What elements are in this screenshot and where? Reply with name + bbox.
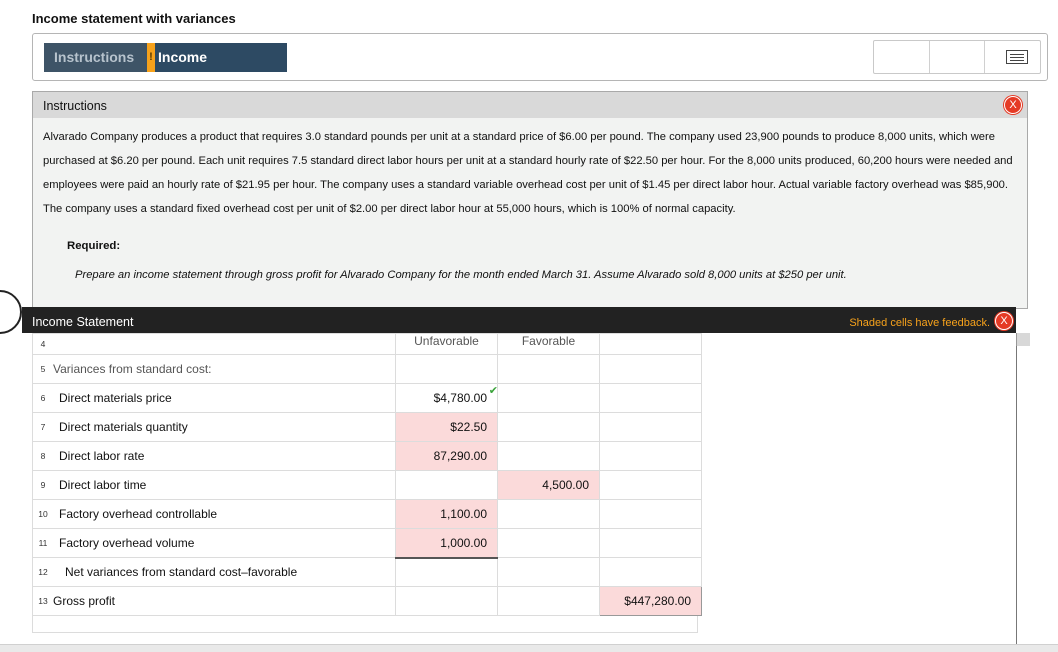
tab-income-statement-label: Income Statement xyxy=(147,49,215,94)
row-label: Gross profit xyxy=(53,586,396,616)
tab-bar: Instructions ! Income Statement xyxy=(32,33,1048,94)
row-number: 6 xyxy=(32,383,53,413)
input-cell[interactable]: $447,280.00 xyxy=(599,586,702,616)
row-label: Direct materials price xyxy=(53,383,396,413)
row-number: 9 xyxy=(32,470,53,500)
table-cell xyxy=(599,333,702,355)
row-number: 10 xyxy=(32,499,53,529)
toolbar-divider xyxy=(984,41,985,73)
input-cell[interactable]: 4,500.00 xyxy=(497,470,600,500)
input-cell[interactable] xyxy=(497,499,600,529)
table-footer-space xyxy=(32,616,698,633)
page-title: Income statement with variances xyxy=(32,11,236,26)
instructions-header-label: Instructions xyxy=(43,99,107,113)
input-cell[interactable] xyxy=(599,441,702,471)
row-label: Direct materials quantity xyxy=(53,412,396,442)
input-cell[interactable] xyxy=(599,499,702,529)
cell-value: $4,780.00 xyxy=(433,391,487,405)
table-row: 11 Factory overhead volume 1,000.00 xyxy=(32,528,702,559)
table-row: 7 Direct materials quantity $22.50 xyxy=(32,412,702,442)
input-cell[interactable] xyxy=(599,412,702,442)
input-cell[interactable] xyxy=(497,441,600,471)
input-cell[interactable] xyxy=(497,586,600,616)
table-row: 5 Variances from standard cost: xyxy=(32,354,702,384)
input-cell[interactable] xyxy=(599,383,702,413)
row-label: Direct labor time xyxy=(53,470,396,500)
feedback-note: Shaded cells have feedback. xyxy=(849,317,990,329)
instructions-header: Instructions X xyxy=(33,92,1027,118)
table-row: 12 Net variances from standard cost–favo… xyxy=(32,557,702,587)
resize-handle-icon[interactable] xyxy=(1016,333,1030,346)
input-cell[interactable] xyxy=(395,470,498,500)
row-label: Factory overhead volume xyxy=(53,528,396,558)
input-cell[interactable] xyxy=(497,383,600,413)
input-cell[interactable] xyxy=(497,557,600,587)
instructions-body: Alvarado Company produces a product that… xyxy=(43,131,1013,215)
table-row: 8 Direct labor rate 87,290.00 xyxy=(32,441,702,471)
column-header-favorable: Favorable xyxy=(497,333,600,355)
input-cell[interactable]: 1,100.00 xyxy=(395,499,498,529)
toolbar-divider xyxy=(929,41,930,73)
close-icon[interactable]: X xyxy=(995,312,1013,330)
input-cell[interactable] xyxy=(395,557,498,587)
input-cell[interactable]: 87,290.00 xyxy=(395,441,498,471)
income-statement-header: Income Statement xyxy=(32,315,134,329)
row-number: 7 xyxy=(32,412,53,442)
row-label: Factory overhead controllable xyxy=(53,499,396,529)
column-header-unfavorable: Unfavorable xyxy=(395,333,498,355)
row-label: Direct labor rate xyxy=(53,441,396,471)
table-row: 6 Direct materials price $4,780.00 ✔ xyxy=(32,383,702,413)
input-cell[interactable] xyxy=(599,528,702,558)
row-number: 5 xyxy=(32,354,53,384)
circle-indicator-icon xyxy=(0,290,22,334)
income-statement-bar: Income Statement Shaded cells have feedb… xyxy=(22,307,1016,333)
row-number: 13 xyxy=(32,586,53,616)
input-cell[interactable] xyxy=(497,412,600,442)
row-number: 12 xyxy=(32,557,53,587)
input-cell[interactable]: 1,000.00 xyxy=(395,528,498,559)
row-number: 11 xyxy=(32,528,53,558)
row-label xyxy=(53,333,396,355)
warning-icon: ! xyxy=(147,43,155,72)
row-label: Variances from standard cost: xyxy=(53,354,396,384)
close-icon[interactable]: X xyxy=(1004,96,1022,114)
tab-instructions[interactable]: Instructions xyxy=(44,43,147,72)
income-statement-table: 4 Unfavorable Favorable 5 Variances from… xyxy=(32,333,702,616)
input-cell[interactable] xyxy=(395,354,498,384)
input-cell[interactable]: $22.50 xyxy=(395,412,498,442)
table-row: 4 Unfavorable Favorable xyxy=(32,333,702,355)
row-number: 8 xyxy=(32,441,53,471)
instructions-panel: Instructions X Alvarado Company produces… xyxy=(32,91,1028,309)
input-cell[interactable] xyxy=(395,586,498,616)
required-label: Required: xyxy=(67,240,121,252)
input-cell[interactable] xyxy=(599,557,702,587)
required-text: Prepare an income statement through gros… xyxy=(75,269,847,281)
table-row: 9 Direct labor time 4,500.00 xyxy=(32,470,702,500)
row-number: 4 xyxy=(32,333,53,355)
input-cell[interactable] xyxy=(599,470,702,500)
table-row: 13 Gross profit $447,280.00 xyxy=(32,586,702,616)
input-cell[interactable] xyxy=(599,354,702,384)
table-row: 10 Factory overhead controllable 1,100.0… xyxy=(32,499,702,529)
menu-icon[interactable] xyxy=(1006,50,1028,64)
input-cell[interactable] xyxy=(497,528,600,558)
tab-income-statement[interactable]: ! Income Statement xyxy=(147,43,287,94)
scrollbar[interactable] xyxy=(1016,333,1017,651)
input-cell[interactable] xyxy=(497,354,600,384)
input-cell[interactable]: $4,780.00 ✔ xyxy=(395,383,498,413)
row-label: Net variances from standard cost–favorab… xyxy=(53,557,396,587)
toolbar-controls xyxy=(873,40,1041,74)
